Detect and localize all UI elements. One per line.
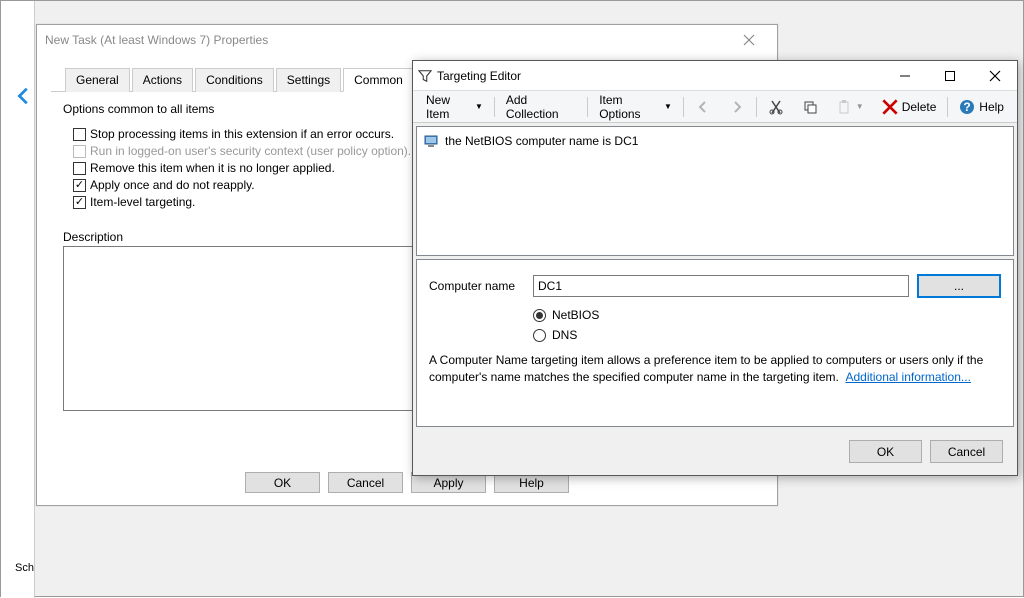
checkbox-checked-icon: ✓	[73, 196, 86, 209]
targeting-editor-dialog: Targeting Editor New Item ▼ Add Collecti…	[412, 60, 1018, 476]
toolbar: New Item ▼ Add Collection Item Options ▼…	[413, 91, 1017, 123]
item-details: Computer name ... NetBIOS DNS A Computer…	[416, 259, 1014, 427]
targeting-item-row[interactable]: the NetBIOS computer name is DC1	[423, 133, 1007, 149]
new-item-dropdown[interactable]: New Item ▼	[417, 88, 492, 126]
properties-titlebar: New Task (At least Windows 7) Properties	[37, 25, 777, 55]
close-button[interactable]	[972, 62, 1017, 90]
left-gutter	[1, 1, 35, 598]
item-options-dropdown[interactable]: Item Options ▼	[590, 88, 681, 126]
properties-title: New Task (At least Windows 7) Properties	[45, 33, 729, 47]
back-button[interactable]	[13, 85, 35, 107]
targeting-title: Targeting Editor	[437, 69, 882, 83]
computer-name-row: Computer name ...	[429, 274, 1001, 298]
targeting-titlebar[interactable]: Targeting Editor	[413, 61, 1017, 91]
chevron-down-icon: ▼	[856, 102, 864, 111]
tab-actions[interactable]: Actions	[132, 68, 193, 92]
radio-label: DNS	[552, 328, 577, 342]
tab-settings[interactable]: Settings	[276, 68, 341, 92]
checkbox-icon	[73, 128, 86, 141]
checkbox-icon	[73, 145, 86, 158]
checkbox-checked-icon: ✓	[73, 179, 86, 192]
option-label: Item-level targeting.	[90, 195, 195, 209]
separator	[683, 97, 684, 117]
window-controls	[882, 62, 1017, 90]
tab-common[interactable]: Common	[343, 68, 414, 92]
computer-icon	[423, 133, 439, 149]
computer-name-input[interactable]	[533, 275, 909, 297]
properties-close-button[interactable]	[729, 26, 769, 54]
paste-button: ▼	[827, 94, 873, 120]
separator	[587, 97, 588, 117]
additional-info-link[interactable]: Additional information...	[846, 370, 971, 384]
option-label: Stop processing items in this extension …	[90, 127, 394, 141]
add-collection-button[interactable]: Add Collection	[497, 88, 585, 126]
option-label: Run in logged-on user's security context…	[90, 144, 411, 158]
targeting-items-list[interactable]: the NetBIOS computer name is DC1	[416, 126, 1014, 256]
minimize-button[interactable]	[882, 62, 927, 90]
netbios-radio-row[interactable]: NetBIOS	[533, 308, 1001, 322]
separator	[947, 97, 948, 117]
ok-button[interactable]: OK	[245, 472, 320, 493]
cancel-button[interactable]: Cancel	[930, 440, 1003, 463]
maximize-button[interactable]	[927, 62, 972, 90]
ok-button[interactable]: OK	[849, 440, 922, 463]
dns-radio-row[interactable]: DNS	[533, 328, 1001, 342]
delete-button[interactable]: Delete	[873, 94, 946, 120]
item-text: the NetBIOS computer name is DC1	[445, 134, 638, 148]
field-label: Computer name	[429, 279, 525, 293]
move-left-button	[686, 94, 720, 120]
funnel-icon	[413, 69, 437, 83]
tab-conditions[interactable]: Conditions	[195, 68, 274, 92]
targeting-button-row: OK Cancel	[849, 440, 1003, 463]
separator	[494, 97, 495, 117]
bottom-label: Sch	[15, 562, 34, 574]
checkbox-icon	[73, 162, 86, 175]
chevron-down-icon: ▼	[664, 102, 672, 111]
chevron-down-icon: ▼	[475, 102, 483, 111]
radio-icon	[533, 329, 546, 342]
copy-button[interactable]	[793, 94, 827, 120]
cut-button[interactable]	[759, 94, 793, 120]
radio-label: NetBIOS	[552, 308, 599, 322]
help-button-toolbar[interactable]: ? Help	[950, 94, 1013, 120]
option-label: Apply once and do not reapply.	[90, 178, 255, 192]
cancel-button[interactable]: Cancel	[328, 472, 403, 493]
tab-general[interactable]: General	[65, 68, 130, 92]
separator	[756, 97, 757, 117]
move-right-button	[720, 94, 754, 120]
info-text: A Computer Name targeting item allows a …	[429, 352, 1001, 386]
option-label: Remove this item when it is no longer ap…	[90, 161, 335, 175]
svg-text:?: ?	[964, 100, 971, 114]
browse-button[interactable]: ...	[917, 274, 1001, 298]
radio-checked-icon	[533, 309, 546, 322]
